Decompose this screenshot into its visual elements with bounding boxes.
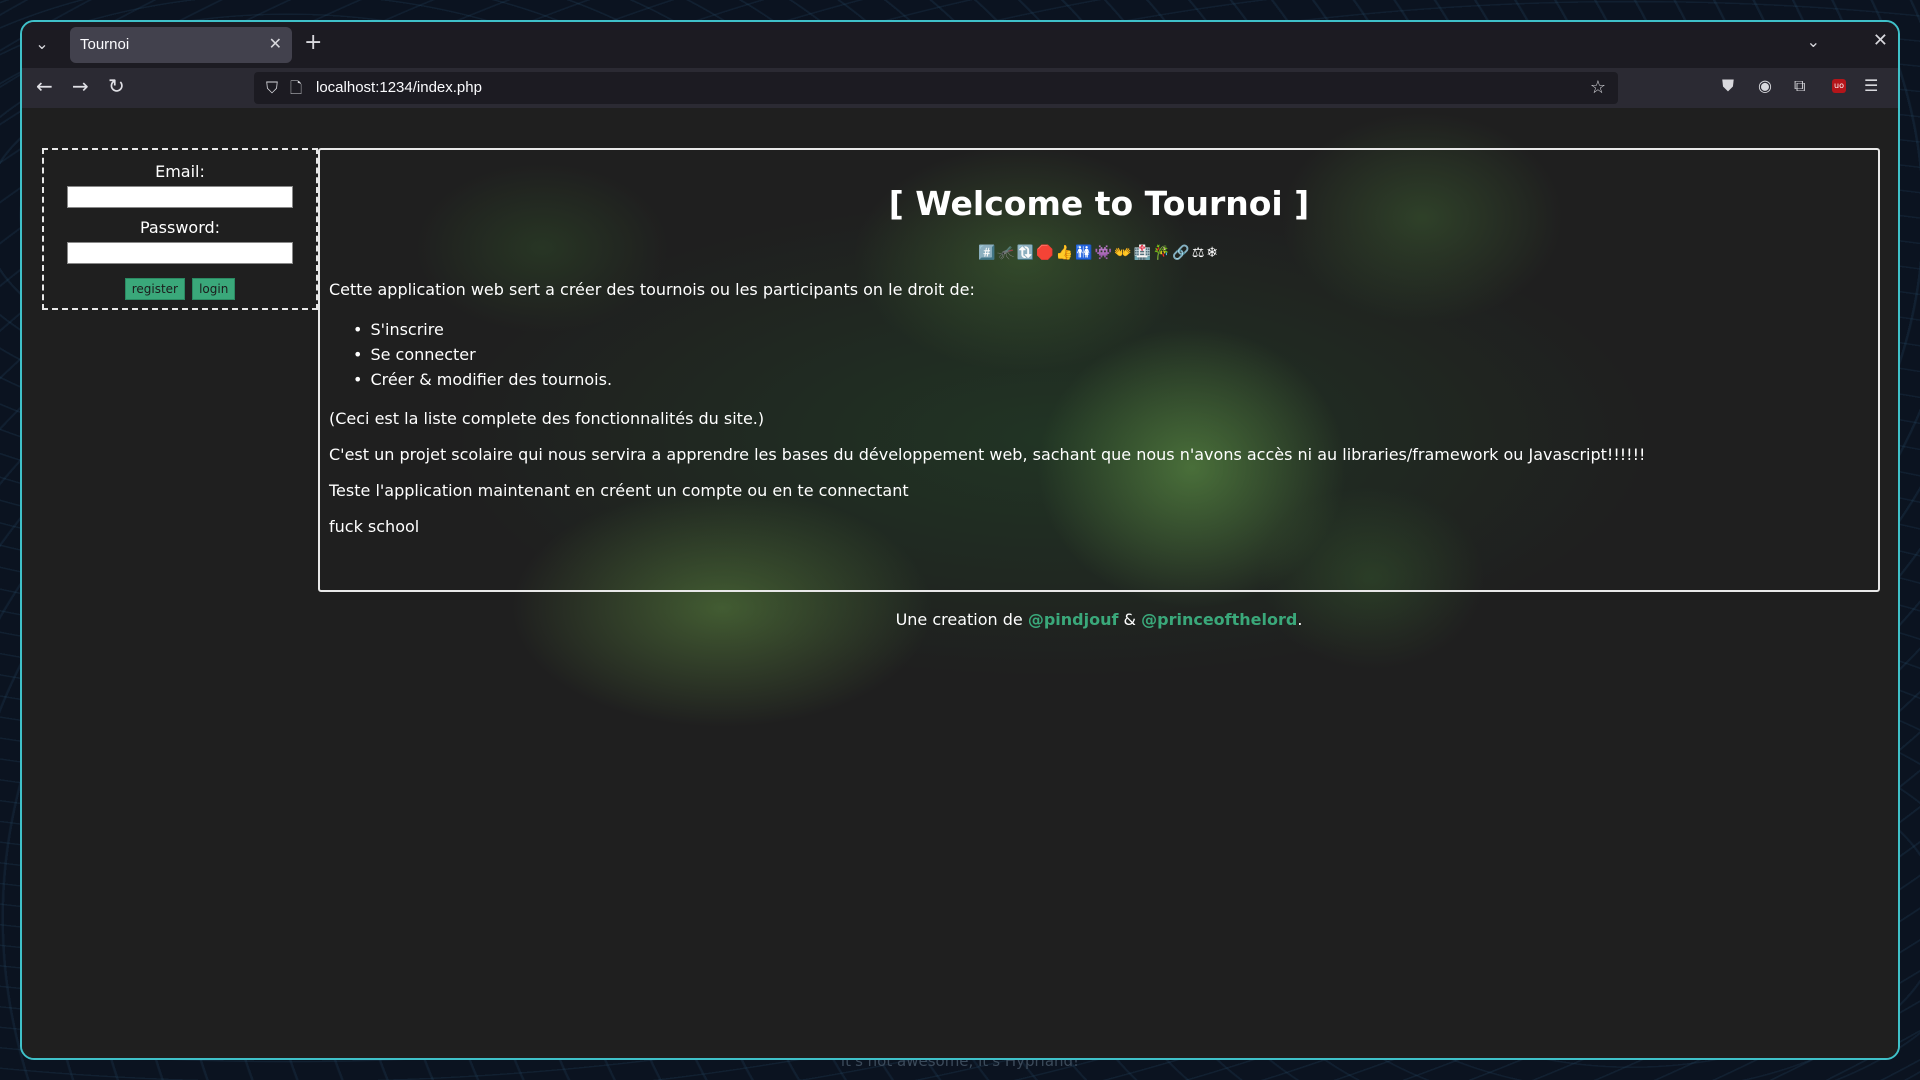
list-item: S'inscrire bbox=[353, 317, 1869, 342]
intro-text: Cette application web sert a créer des t… bbox=[329, 280, 975, 299]
emoji-row: #️⃣🦟🔃🛑👍🚻👾👐🏥🎋🔗⚖❄ bbox=[977, 245, 1221, 261]
tab-title: Tournoi bbox=[80, 36, 130, 53]
page-content: Email: Password: register login [ Welcom… bbox=[22, 108, 1898, 1058]
email-label: Email: bbox=[155, 162, 205, 181]
reload-icon[interactable]: ↻ bbox=[108, 74, 125, 98]
tab-bar: ⌄ Tournoi ✕ + ⌄ ✕ bbox=[22, 22, 1898, 68]
credits-footer: Une creation de @pindjouf & @princeofthe… bbox=[318, 610, 1880, 629]
tab-list-icon[interactable]: ⌄ bbox=[32, 34, 52, 54]
login-button[interactable]: login bbox=[192, 278, 236, 300]
pocket-icon[interactable]: ⛊ bbox=[1722, 76, 1734, 96]
url-text[interactable]: localhost:1234/index.php bbox=[316, 79, 482, 96]
login-buttons: register login bbox=[44, 278, 316, 300]
register-button[interactable]: register bbox=[124, 278, 185, 300]
window-close-icon[interactable]: ✕ bbox=[1873, 30, 1888, 51]
author-link-princeofthelord[interactable]: @princeofthelord bbox=[1141, 610, 1297, 629]
password-field[interactable] bbox=[67, 242, 293, 264]
tab-close-icon[interactable]: ✕ bbox=[269, 34, 282, 53]
nav-bar: ← → ↻ ⛉ 🗋 localhost:1234/index.php ☆ ⛊ ◉… bbox=[22, 68, 1898, 108]
page-icon: 🗋 bbox=[290, 79, 303, 97]
browser-window: ⌄ Tournoi ✕ + ⌄ ✕ ← → ↻ ⛉ 🗋 localhost:12… bbox=[20, 20, 1900, 1060]
shield-icon[interactable]: ⛉ bbox=[266, 78, 278, 98]
ublock-icon[interactable]: uo bbox=[1832, 79, 1846, 93]
credits-suffix: . bbox=[1297, 610, 1303, 629]
extensions-icon[interactable]: ⧉ bbox=[1794, 76, 1805, 96]
note-text: (Ceci est la liste complete des fonction… bbox=[329, 409, 765, 428]
list-item: Se connecter bbox=[353, 342, 1869, 367]
list-item: Créer & modifier des tournois. bbox=[353, 367, 1869, 392]
account-icon[interactable]: ◉ bbox=[1758, 76, 1772, 95]
tab-tournoi[interactable]: Tournoi ✕ bbox=[70, 27, 292, 63]
login-form: Email: Password: register login bbox=[42, 148, 318, 310]
credits-joiner: & bbox=[1123, 610, 1137, 629]
back-icon[interactable]: ← bbox=[36, 74, 53, 98]
email-field[interactable] bbox=[67, 186, 293, 208]
welcome-panel: [ Welcome to Tournoi ] #️⃣🦟🔃🛑👍🚻👾👐🏥🎋🔗⚖❄ C… bbox=[318, 148, 1880, 592]
feature-list: S'inscrire Se connecter Créer & modifier… bbox=[329, 317, 1869, 392]
closing-text: fuck school bbox=[329, 517, 420, 536]
new-tab-icon[interactable]: + bbox=[304, 30, 322, 55]
chevron-down-icon[interactable]: ⌄ bbox=[1807, 32, 1820, 51]
url-bar[interactable]: ⛉ 🗋 localhost:1234/index.php ☆ bbox=[254, 72, 1618, 104]
page-title: [ Welcome to Tournoi ] bbox=[888, 184, 1310, 223]
cta-text: Teste l'application maintenant en créent… bbox=[329, 481, 909, 500]
menu-icon[interactable]: ☰ bbox=[1864, 76, 1878, 95]
bookmark-star-icon[interactable]: ☆ bbox=[1590, 77, 1606, 98]
project-text: C'est un projet scolaire qui nous servir… bbox=[329, 445, 1646, 464]
author-link-pindjouf[interactable]: @pindjouf bbox=[1028, 610, 1119, 629]
forward-icon[interactable]: → bbox=[72, 74, 89, 98]
password-label: Password: bbox=[139, 218, 221, 237]
credits-prefix: Une creation de bbox=[895, 610, 1023, 629]
